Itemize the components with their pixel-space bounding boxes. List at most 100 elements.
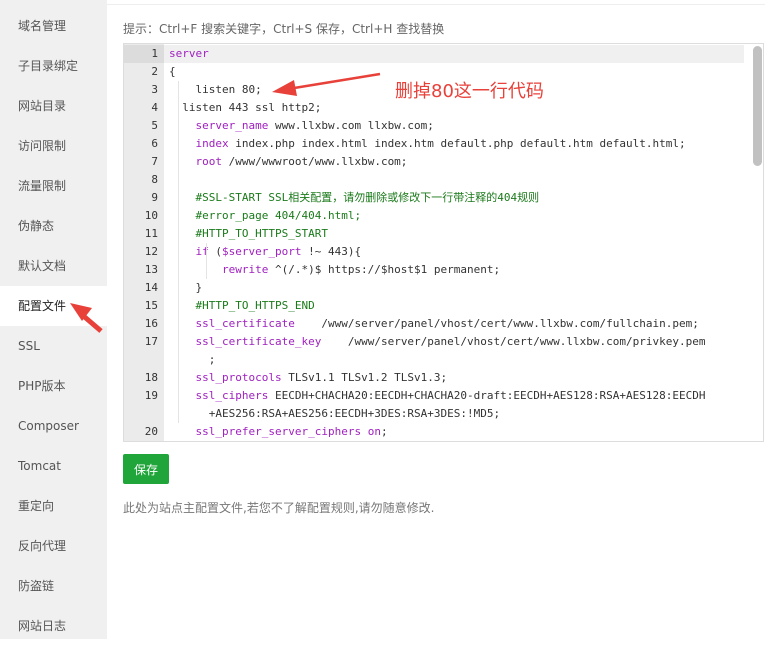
code-comment: #HTTP_TO_HTTPS_START [195,227,328,240]
sidebar-item[interactable]: 配置文件 [0,286,107,326]
code-text: EECDH+CHACHA20:EECDH+CHACHA20-draft:EECD… [268,389,706,402]
code-text: /www/wwwroot/www.llxbw.com; [222,155,408,168]
code-line: ssl_ciphers EECDH+CHACHA20:EECDH+CHACHA2… [169,387,706,405]
editor-scrollbar[interactable] [753,46,762,166]
line-number: 5 [151,119,158,132]
sidebar-item[interactable]: 伪静态 [0,206,107,246]
line-number-gutter: 1 2 3 4 5 6 7 8 9 10 11 12 13 14 15 16 17 18 19 20 [124,44,164,441]
code-keyword: server_name [195,119,269,132]
code-line: root /www/wwwroot/www.llxbw.com; [169,153,408,171]
code-keyword: ssl_certificate_key [195,335,322,348]
sidebar-item[interactable]: 防盗链 [0,566,107,606]
annotation-text: 删掉80这一行代码 [395,81,544,102]
code-line: } [169,279,202,297]
sidebar-item[interactable]: 网站日志 [0,606,107,646]
code-line: #HTTP_TO_HTTPS_START [169,225,328,243]
sidebar-item[interactable]: 子目录绑定 [0,46,107,86]
code-line: rewrite ^(/.*)$ https://$host$1 permanen… [169,261,500,279]
save-button[interactable]: 保存 [123,454,169,484]
code-text: !~ 443){ [301,245,362,258]
line-number: 4 [151,101,158,114]
code-text: listen 443 ssl http2; [169,101,322,114]
code-line: { [169,63,176,81]
code-comment: #error_page 404/404.html; [195,209,362,222]
code-keyword: rewrite [221,263,269,276]
code-text: ; [169,353,216,366]
code-line: #error_page 404/404.html; [169,207,362,225]
code-text: /www/server/panel/vhost/cert/www.llxbw.c… [321,335,706,348]
code-text: ( [208,245,222,258]
line-number: 10 [144,209,158,222]
sidebar-item[interactable]: SSL [0,326,107,366]
sidebar-item[interactable]: 默认文档 [0,246,107,286]
line-number: 9 [151,191,158,204]
code-text: ^(/.*)$ https://$host$1 permanent; [268,263,501,276]
line-number: 1 [151,47,158,60]
code-keyword: ssl_certificate [195,317,295,330]
code-line: listen 80; [169,81,262,99]
code-keyword: ssl_protocols [195,371,282,384]
code-line: +AES256:RSA+AES256:EECDH+3DES:RSA+3DES:!… [169,405,500,423]
code-comment: #HTTP_TO_HTTPS_END [195,299,315,312]
config-warning-note: 此处为站点主配置文件,若您不了解配置规则,请勿随意修改. [123,501,435,515]
code-line: server [169,45,209,63]
code-line: ssl_protocols TLSv1.1 TLSv1.2 TLSv1.3; [169,369,448,387]
line-number: 11 [144,227,158,240]
sidebar-item[interactable]: 域名管理 [0,6,107,46]
code-text: +AES256:RSA+AES256:EECDH+3DES:RSA+3DES:!… [169,407,501,420]
code-keyword: ssl_prefer_server_ciphers [195,425,362,438]
code-line: ssl_prefer_server_ciphers on; [169,423,388,441]
line-number: 6 [151,137,158,150]
line-number: 15 [144,299,158,312]
sidebar-item[interactable]: 网站目录 [0,86,107,126]
code-line: index index.php index.html index.htm def… [169,135,686,153]
line-number: 14 [144,281,158,294]
code-text: listen 80; [169,83,262,96]
code-text: ; [380,425,388,438]
sidebar-item[interactable]: 访问限制 [0,126,107,166]
code-line: ssl_certificate_key /www/server/panel/vh… [169,333,706,351]
sidebar-item[interactable]: Tomcat [0,446,107,486]
code-keyword: root [195,155,223,168]
line-number: 18 [144,371,158,384]
code-keyword: index [195,137,229,150]
line-number: 12 [144,245,158,258]
sidebar-item[interactable]: PHP版本 [0,366,107,406]
indent-guide [178,81,179,423]
code-keyword: ssl_ciphers [195,389,269,402]
editor-hint: 提示：Ctrl+F 搜索关键字，Ctrl+S 保存，Ctrl+H 查找替换 [123,22,445,36]
code-line: listen 443 ssl http2; [169,99,321,117]
code-line: #SSL-START SSL相关配置，请勿删除或修改下一行带注释的404规则 [169,189,540,207]
sidebar-item[interactable]: Composer [0,406,107,446]
code-text: www.llxbw.com llxbw.com; [268,119,434,132]
line-number: 20 [144,425,158,438]
code-text: index.php index.html index.htm default.p… [228,137,686,150]
line-number: 2 [151,65,158,78]
line-number: 19 [144,389,158,402]
sidebar-item[interactable]: 流量限制 [0,166,107,206]
code-line: ssl_certificate /www/server/panel/vhost/… [169,315,699,333]
line-number: 16 [144,317,158,330]
code-keyword: server [169,47,209,60]
code-text: /www/server/panel/vhost/cert/www.llxbw.c… [294,317,699,330]
code-line: server_name www.llxbw.com llxbw.com; [169,117,434,135]
line-number: 17 [144,335,158,348]
line-number: 3 [151,83,158,96]
code-text: { [169,65,176,78]
sidebar-item[interactable]: 反向代理 [0,526,107,566]
code-line: #HTTP_TO_HTTPS_END [169,297,315,315]
sidebar-item[interactable]: 重定向 [0,486,107,526]
